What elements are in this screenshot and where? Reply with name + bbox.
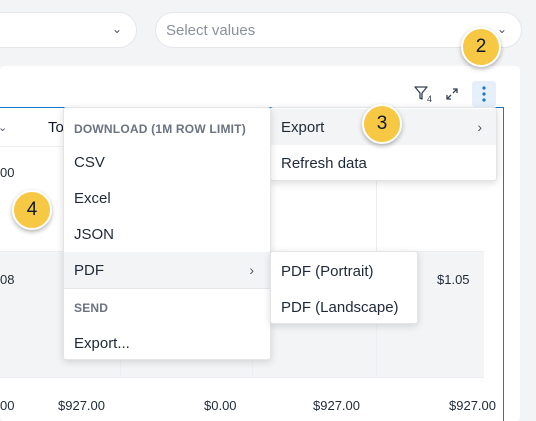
select-placeholder: Select values [166, 21, 256, 39]
menu-item-export-dots[interactable]: Export... [64, 325, 270, 361]
menu-item-label: PDF (Portrait) [281, 262, 374, 280]
menu-item-excel[interactable]: Excel [64, 180, 270, 216]
menu-item-refresh-data[interactable]: Refresh data [271, 145, 496, 181]
chevron-down-icon: ⌄ [111, 22, 122, 36]
table-cell: $927.00 [313, 398, 360, 413]
table-cell: $0.00 [204, 398, 237, 413]
menu-item-pdf-landscape[interactable]: PDF (Landscape) [271, 289, 417, 325]
pdf-submenu: PDF (Portrait) PDF (Landscape) [270, 251, 418, 324]
table-cell: 08 [0, 272, 15, 287]
menu-item-label: JSON [74, 225, 115, 243]
step-badge-2: 2 [461, 27, 501, 67]
chevron-down-icon: ⌄ [496, 22, 507, 36]
table-cell: $927.00 [58, 398, 105, 413]
more-options-button[interactable] [472, 81, 496, 107]
menu-item-label: PDF [74, 261, 104, 279]
menu-item-label: Excel [74, 189, 111, 207]
menu-item-json[interactable]: JSON [64, 216, 270, 252]
column-sort-chevron-icon[interactable]: ⌄ [0, 109, 7, 145]
step-badge-3: 3 [362, 104, 402, 144]
table-cell: $927.00 [449, 398, 496, 413]
step-badge-4: 4 [12, 190, 52, 230]
menu-divider [64, 288, 270, 289]
filter-count: 4 [427, 94, 432, 104]
chevron-right-icon: › [249, 262, 254, 278]
export-submenu: DOWNLOAD (1M ROW LIMIT) CSV Excel JSON P… [63, 107, 271, 360]
table-cell: $1.05 [437, 272, 470, 287]
filter-button[interactable]: 4 [412, 81, 436, 107]
section-header-download: DOWNLOAD (1M ROW LIMIT) [74, 122, 246, 136]
filter-select-left[interactable]: ⌄ [0, 12, 137, 48]
filter-icon: 4 [414, 86, 432, 104]
menu-item-label: PDF (Landscape) [281, 298, 399, 316]
chevron-right-icon: › [477, 119, 482, 135]
table-cell: 00 [0, 165, 15, 180]
kebab-menu-icon [482, 86, 486, 102]
expand-icon [446, 88, 458, 100]
menu-item-csv[interactable]: CSV [64, 144, 270, 180]
expand-button[interactable] [440, 81, 464, 107]
column-header-total[interactable]: To [48, 109, 64, 145]
menu-item-label: Export... [74, 334, 130, 352]
menu-item-label: Refresh data [281, 154, 367, 172]
menu-item-label: CSV [74, 153, 105, 171]
menu-item-label: Export [281, 118, 325, 136]
table-cell: 00 [0, 398, 15, 413]
menu-item-pdf[interactable]: PDF › [64, 252, 270, 288]
section-header-send: SEND [74, 301, 109, 315]
row-divider [0, 377, 484, 378]
menu-item-pdf-portrait[interactable]: PDF (Portrait) [271, 253, 417, 289]
